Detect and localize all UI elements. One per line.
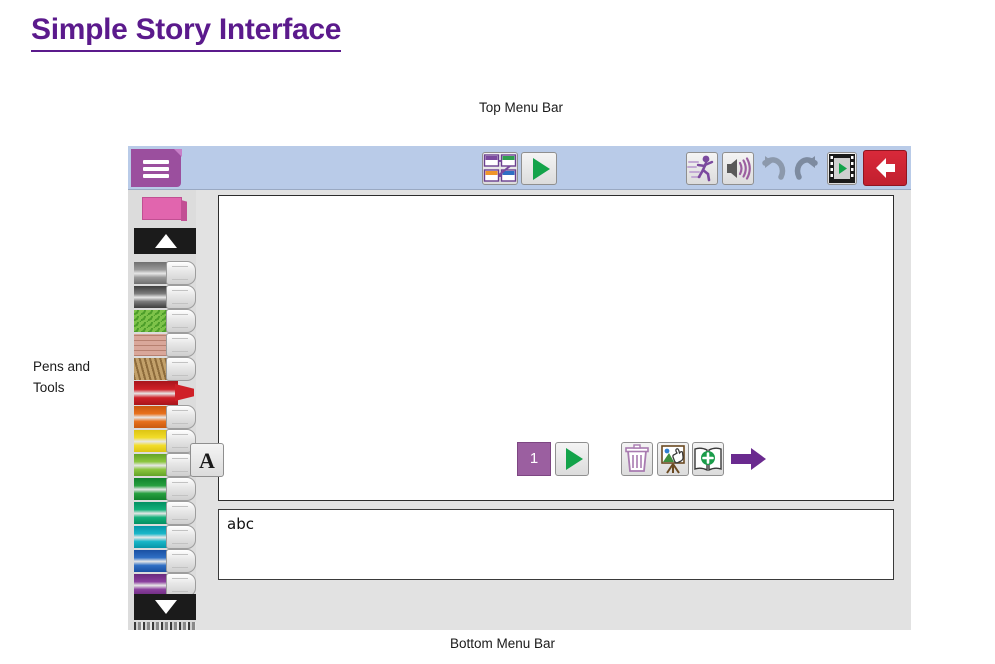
pen-cap	[166, 477, 196, 501]
pen-body	[134, 454, 170, 476]
pen-body	[134, 334, 170, 356]
triangle-down-icon	[155, 600, 177, 614]
animate-button[interactable]	[686, 152, 718, 185]
storyboard-button[interactable]	[482, 152, 518, 185]
triangle-up-icon	[155, 234, 177, 248]
video-button[interactable]	[827, 152, 857, 185]
pen-tip	[175, 384, 194, 401]
pen-tool[interactable]	[134, 260, 196, 287]
pen-cap	[166, 525, 196, 549]
book-plus-icon	[693, 443, 723, 475]
pen-tool[interactable]	[134, 524, 196, 551]
trash-icon	[622, 443, 652, 475]
pen-cap	[166, 405, 196, 429]
pen-body	[134, 381, 178, 405]
pen-cap	[166, 285, 196, 309]
play-triangle-icon	[566, 448, 583, 470]
pen-tool[interactable]	[134, 428, 196, 455]
play-page-button[interactable]	[555, 442, 589, 476]
pen-body	[134, 478, 170, 500]
hamburger-icon	[143, 160, 169, 164]
annotation-pens-and-tools: Pens and Tools	[33, 357, 90, 399]
redo-arrow-icon	[791, 152, 823, 185]
running-figure-icon	[687, 153, 717, 184]
play-triangle-icon	[533, 158, 550, 180]
pen-tool[interactable]	[134, 404, 196, 431]
pens-and-tools-sidebar	[128, 190, 196, 630]
pen-body	[134, 550, 170, 572]
scroll-up-button[interactable]	[134, 228, 196, 254]
text-tool-button[interactable]: A	[190, 443, 224, 477]
pen-body	[134, 358, 170, 380]
clipped-pen-row	[134, 622, 196, 630]
pen-body	[134, 262, 170, 284]
pen-tool[interactable]	[134, 476, 196, 503]
story-text-area[interactable]: abc	[218, 509, 894, 580]
right-arrow-icon	[731, 448, 767, 470]
film-strip-play-icon	[828, 153, 856, 184]
delete-page-button[interactable]	[621, 442, 653, 476]
pen-body	[134, 526, 170, 548]
pen-body	[134, 406, 170, 428]
left-arrow-icon	[864, 151, 906, 185]
pen-body	[134, 286, 170, 308]
page-title: Simple Story Interface	[31, 14, 341, 52]
undo-button[interactable]	[757, 152, 789, 185]
pen-cap	[166, 309, 196, 333]
story-text-value: abc	[227, 515, 254, 533]
pen-cap	[166, 549, 196, 573]
next-page-button[interactable]	[731, 448, 767, 470]
app-window: abc	[128, 146, 911, 630]
back-button[interactable]	[863, 150, 907, 186]
pen-tool[interactable]	[134, 332, 196, 359]
background-button[interactable]	[657, 442, 689, 476]
speaker-icon	[723, 153, 753, 184]
scroll-down-button[interactable]	[134, 594, 196, 620]
pen-body	[134, 502, 170, 524]
annotation-top-menu-bar: Top Menu Bar	[479, 98, 563, 119]
play-button[interactable]	[521, 152, 557, 185]
sound-button[interactable]	[722, 152, 754, 185]
storyboard-grid-icon	[483, 153, 517, 184]
hamburger-icon-line	[143, 167, 169, 171]
easel-hand-icon	[658, 443, 688, 475]
pen-tool[interactable]	[134, 284, 196, 311]
undo-arrow-icon	[757, 152, 789, 185]
pen-body	[134, 310, 170, 332]
pen-body	[134, 574, 170, 596]
annotation-bottom-menu-bar: Bottom Menu Bar	[450, 634, 555, 655]
pen-tool[interactable]	[134, 500, 196, 527]
pen-tool[interactable]	[134, 356, 196, 383]
pen-tool[interactable]	[134, 452, 196, 479]
hamburger-menu-button[interactable]	[131, 149, 181, 187]
pen-cap	[166, 261, 196, 285]
page-number-button[interactable]: 1	[517, 442, 551, 476]
pen-cap	[166, 501, 196, 525]
pen-tool[interactable]	[134, 548, 196, 575]
hamburger-icon-line	[143, 174, 169, 178]
redo-button[interactable]	[791, 152, 823, 185]
pen-tool[interactable]	[134, 308, 196, 335]
eraser-tool[interactable]	[142, 197, 182, 220]
pen-cap	[166, 333, 196, 357]
add-page-button[interactable]	[692, 442, 724, 476]
pen-cap	[166, 357, 196, 381]
pen-body	[134, 430, 170, 452]
text-tool-label: A	[191, 448, 223, 474]
pen-tool[interactable]	[134, 380, 196, 407]
bottom-menu-bar	[196, 583, 911, 630]
